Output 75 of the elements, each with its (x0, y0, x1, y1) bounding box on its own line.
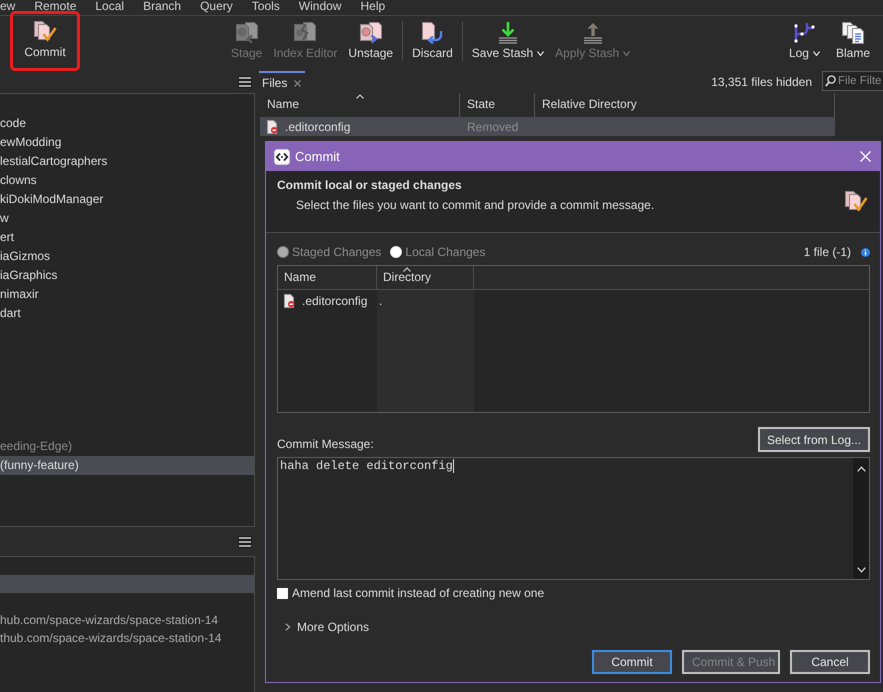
document-minus-icon (284, 294, 295, 308)
filter-field[interactable]: File Filte (822, 71, 883, 91)
files-tab[interactable]: Files (259, 71, 306, 93)
hidden-files-count: 13,351 files hidden (711, 75, 812, 89)
radio-label[interactable]: Staged Changes (292, 245, 382, 259)
menu-icon[interactable] (238, 76, 252, 88)
unstage-button[interactable]: Unstage (345, 16, 396, 71)
chevron-right-icon (285, 623, 291, 631)
tree-item[interactable]: ewModding (0, 133, 62, 152)
file-state: Removed (467, 120, 518, 134)
log-button[interactable]: Log (786, 16, 823, 71)
menu-item[interactable]: Local (95, 0, 124, 15)
file-name: .editorconfig (285, 120, 350, 134)
document-check-icon (844, 190, 868, 212)
chevron-down-icon[interactable] (856, 567, 866, 573)
document-arrow-icon (234, 22, 259, 44)
info-icon (861, 248, 870, 256)
file-name: .editorconfig (302, 294, 368, 308)
chevron-up-icon[interactable] (856, 466, 866, 472)
message-label: Commit Message: (277, 437, 374, 451)
menu-item[interactable]: Query (200, 0, 233, 15)
message-field[interactable]: haha delete editorconfig (277, 457, 870, 580)
file-count: 1 file (-1) (804, 245, 851, 259)
checkbox-label[interactable]: Amend last commit instead of creating new one (292, 586, 544, 600)
tree-item[interactable]: lestialCartographers (0, 152, 108, 171)
tree-item[interactable]: nimaxir (0, 285, 39, 304)
document-check-icon (33, 21, 57, 43)
search-icon (825, 75, 836, 87)
save-stash-button[interactable]: Save Stash (468, 16, 548, 71)
dialog-button[interactable]: Cancel (790, 650, 870, 674)
file-directory: . (379, 294, 382, 308)
documents-icon (840, 22, 865, 44)
document-undo-icon (420, 22, 444, 44)
close-icon[interactable] (294, 80, 302, 86)
document-minus-icon (267, 120, 278, 134)
sort-caret-icon (403, 267, 411, 272)
tree-item[interactable]: kiDokiModManager (0, 190, 104, 209)
tree-item[interactable]: dart (0, 304, 21, 323)
app-icon (274, 148, 290, 164)
tree-item[interactable]: ert (0, 228, 14, 247)
dialog-title: Commit (295, 149, 340, 164)
remote-url[interactable]: hub.com/space-wizards/space-station-14 (0, 611, 218, 629)
remote-url[interactable]: thub.com/space-wizards/space-station-14 (0, 629, 222, 647)
radio-label[interactable]: Local Changes (405, 245, 486, 259)
dialog-heading: Commit local or staged changes (277, 178, 462, 192)
blame-button[interactable]: Blame (832, 16, 873, 71)
tree-item[interactable]: code (0, 114, 26, 133)
select-from-log-button[interactable]: Select from Log... (758, 427, 870, 452)
column-header[interactable]: Name (278, 266, 377, 289)
tree-item[interactable]: iaGraphics (0, 266, 58, 285)
scrollbar[interactable] (853, 458, 869, 579)
branch-graph-icon (792, 22, 816, 44)
tree-item[interactable]: w (0, 209, 9, 228)
checkbox[interactable] (277, 588, 288, 598)
discard-button[interactable]: Discard (409, 16, 456, 71)
dialog-description: Select the files you want to commit and provide a commit message. (296, 198, 654, 212)
commit-button[interactable]: Commit (10, 11, 80, 71)
tree-item[interactable]: (funny-feature) (0, 456, 254, 475)
document-arrow-icon (358, 22, 383, 44)
menu-icon[interactable] (238, 536, 252, 548)
tree-item[interactable]: clowns (0, 171, 37, 190)
close-icon (860, 151, 871, 162)
tree-item[interactable]: iaGizmos (0, 247, 50, 266)
menu-item[interactable]: Window (298, 0, 342, 15)
radio-button[interactable] (277, 246, 289, 258)
dialog-button[interactable]: Commit (592, 650, 672, 674)
document-zigzag-icon (293, 22, 318, 44)
more-options-toggle[interactable]: More Options (285, 619, 370, 635)
file-row[interactable]: .editorconfig Removed (260, 117, 835, 136)
menu-item[interactable]: Tools (252, 0, 280, 15)
sort-caret-icon (356, 94, 364, 99)
menu-item[interactable]: Branch (143, 0, 182, 15)
close-button[interactable] (860, 151, 871, 162)
column-header[interactable]: Directory (377, 266, 474, 289)
menu-item[interactable]: Help (360, 0, 386, 15)
